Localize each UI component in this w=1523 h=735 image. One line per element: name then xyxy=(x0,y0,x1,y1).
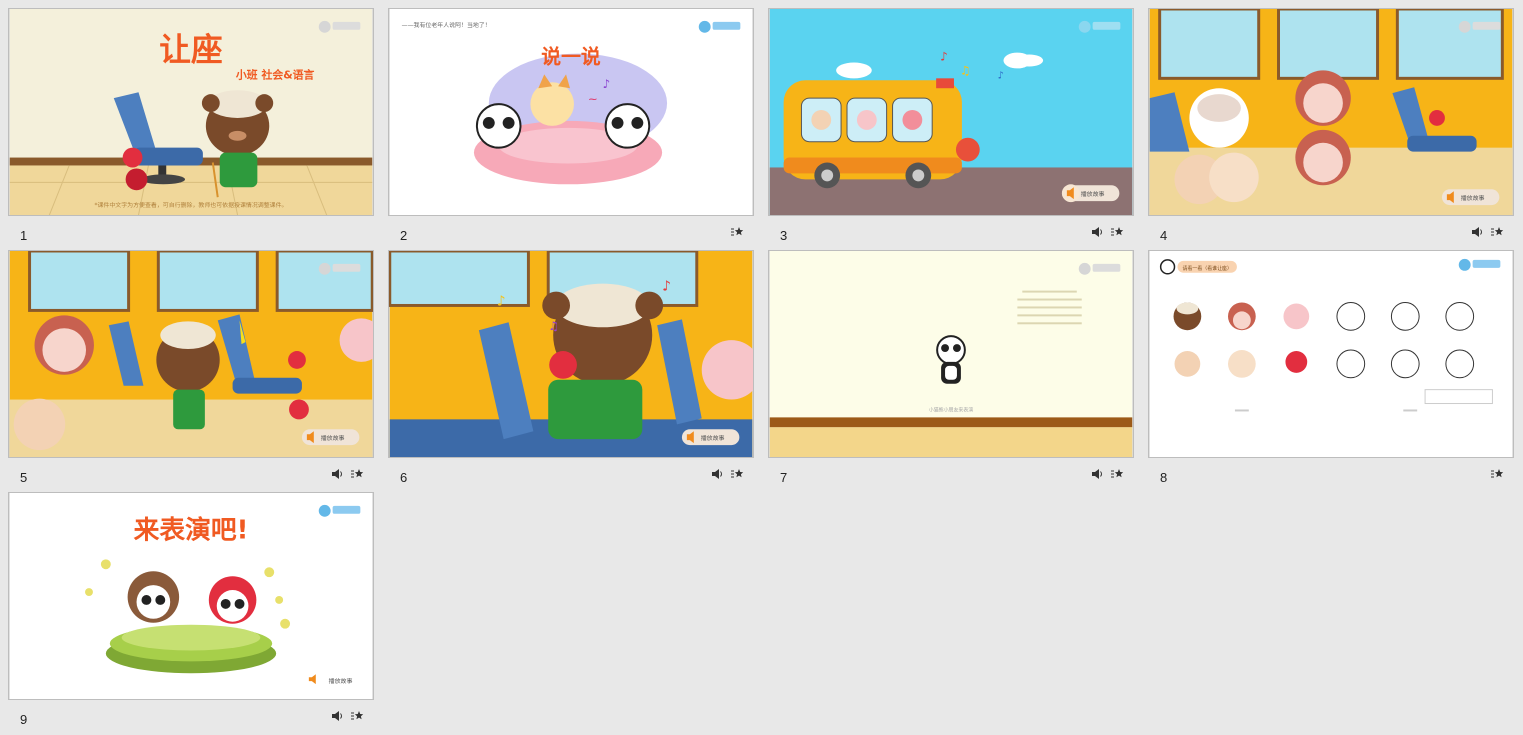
slide-1-preview[interactable]: 让座 小班 社会&语言 *课件中文字为方便查看，可自行删除，教师也可依据授课情况… xyxy=(8,8,374,216)
slide-number-4: 4 xyxy=(1160,228,1168,243)
slide-thumbnail-5[interactable]: 播放故事 5 xyxy=(8,250,374,492)
slide-number-3: 3 xyxy=(780,228,788,243)
slide-8-preview[interactable]: 请看一看（看谁让座） xyxy=(1148,250,1514,458)
svg-text:♫: ♫ xyxy=(548,319,559,333)
slide-number-7: 7 xyxy=(780,470,788,485)
svg-text:♪: ♪ xyxy=(940,50,948,64)
audio-speaker-icon[interactable] xyxy=(710,466,724,480)
animation-star-icon[interactable] xyxy=(1490,466,1504,480)
slide-9-play-label: 播放故事 xyxy=(329,677,353,685)
animation-star-icon[interactable] xyxy=(730,466,744,480)
slide-thumbnail-8[interactable]: 请看一看（看谁让座） 8 xyxy=(1148,250,1514,492)
audio-speaker-icon[interactable] xyxy=(1470,224,1484,238)
slide-2-header: ——我有位老年人说阿！当地了！ xyxy=(402,21,491,29)
slide-3-play-button[interactable]: 播放故事 xyxy=(1061,184,1120,203)
slide-1-footer: *课件中文字为方便查看，可自行删除，教师也可依据授课情况调整课件。 xyxy=(95,201,288,209)
slide-thumbnail-7[interactable]: 小猫熊小朋友来表演 7 xyxy=(768,250,1134,492)
audio-speaker-icon[interactable] xyxy=(330,466,344,480)
slide-2-preview[interactable]: ——我有位老年人说阿！当地了！ 说一说 ♪ ~ xyxy=(388,8,754,216)
svg-text:♪: ♪ xyxy=(497,293,506,309)
animation-star-icon[interactable] xyxy=(350,466,364,480)
slide-sorter-grid: 让座 小班 社会&语言 *课件中文字为方便查看，可自行删除，教师也可依据授课情况… xyxy=(0,0,1523,735)
slide-3-preview[interactable]: ♪ ♫ ♪ 播放故事 xyxy=(768,8,1134,216)
slide-thumbnail-4[interactable]: 播放故事 4 xyxy=(1148,8,1514,250)
slide-8-header: 请看一看（看谁让座） xyxy=(1183,265,1232,272)
svg-text:~: ~ xyxy=(588,92,598,106)
slide-1-title: 让座 xyxy=(159,32,222,69)
slide-thumbnail-2[interactable]: ——我有位老年人说阿！当地了！ 说一说 ♪ ~ 2 xyxy=(388,8,754,250)
slide-number-2: 2 xyxy=(400,228,408,243)
slide-3-play-label: 播放故事 xyxy=(1081,190,1105,198)
animation-star-icon[interactable] xyxy=(1490,224,1504,238)
slide-1-subtitle: 小班 社会&语言 xyxy=(236,67,315,81)
svg-text:♫: ♫ xyxy=(960,63,971,77)
slide-4-play-label: 播放故事 xyxy=(1461,194,1485,202)
slide-7-preview[interactable]: 小猫熊小朋友来表演 xyxy=(768,250,1134,458)
slide-thumbnail-9[interactable]: 来表演吧! 播放故事 9 xyxy=(8,492,374,734)
slide-number-9: 9 xyxy=(20,712,28,727)
slide-number-5: 5 xyxy=(20,470,28,485)
slide-2-title: 说一说 xyxy=(541,45,601,68)
slide-9-preview[interactable]: 来表演吧! 播放故事 xyxy=(8,492,374,700)
slide-thumbnail-3[interactable]: ♪ ♫ ♪ 播放故事 3 xyxy=(768,8,1134,250)
slide-5-play-button[interactable]: 播放故事 xyxy=(301,429,360,446)
animation-star-icon[interactable] xyxy=(1110,466,1124,480)
audio-speaker-icon[interactable] xyxy=(330,708,344,722)
slide-number-1: 1 xyxy=(20,228,28,243)
slide-7-caption: 小猫熊小朋友来表演 xyxy=(929,406,973,413)
svg-text:♪: ♪ xyxy=(998,70,1004,81)
slide-5-play-label: 播放故事 xyxy=(321,434,345,442)
audio-speaker-icon[interactable] xyxy=(1090,466,1104,480)
animation-star-icon[interactable] xyxy=(1110,224,1124,238)
slide-4-play-button[interactable]: 播放故事 xyxy=(1441,189,1500,206)
slide-4-preview[interactable]: 播放故事 xyxy=(1148,8,1514,216)
slide-9-title: 来表演吧! xyxy=(134,515,249,546)
svg-text:♪: ♪ xyxy=(662,279,671,295)
slide-number-6: 6 xyxy=(400,470,408,485)
slide-thumbnail-1[interactable]: 让座 小班 社会&语言 *课件中文字为方便查看，可自行删除，教师也可依据授课情况… xyxy=(8,8,374,250)
slide-6-play-button[interactable]: 播放故事 xyxy=(681,429,740,446)
slide-number-8: 8 xyxy=(1160,470,1168,485)
animation-star-icon[interactable] xyxy=(730,224,744,238)
svg-text:♪: ♪ xyxy=(603,77,611,91)
slide-6-play-label: 播放故事 xyxy=(701,434,725,442)
audio-speaker-icon[interactable] xyxy=(1090,224,1104,238)
slide-thumbnail-6[interactable]: ♪ ♫ ♪ 播放故事 6 xyxy=(388,250,754,492)
slide-6-preview[interactable]: ♪ ♫ ♪ 播放故事 xyxy=(388,250,754,458)
animation-star-icon[interactable] xyxy=(350,708,364,722)
slide-5-preview[interactable]: 播放故事 xyxy=(8,250,374,458)
